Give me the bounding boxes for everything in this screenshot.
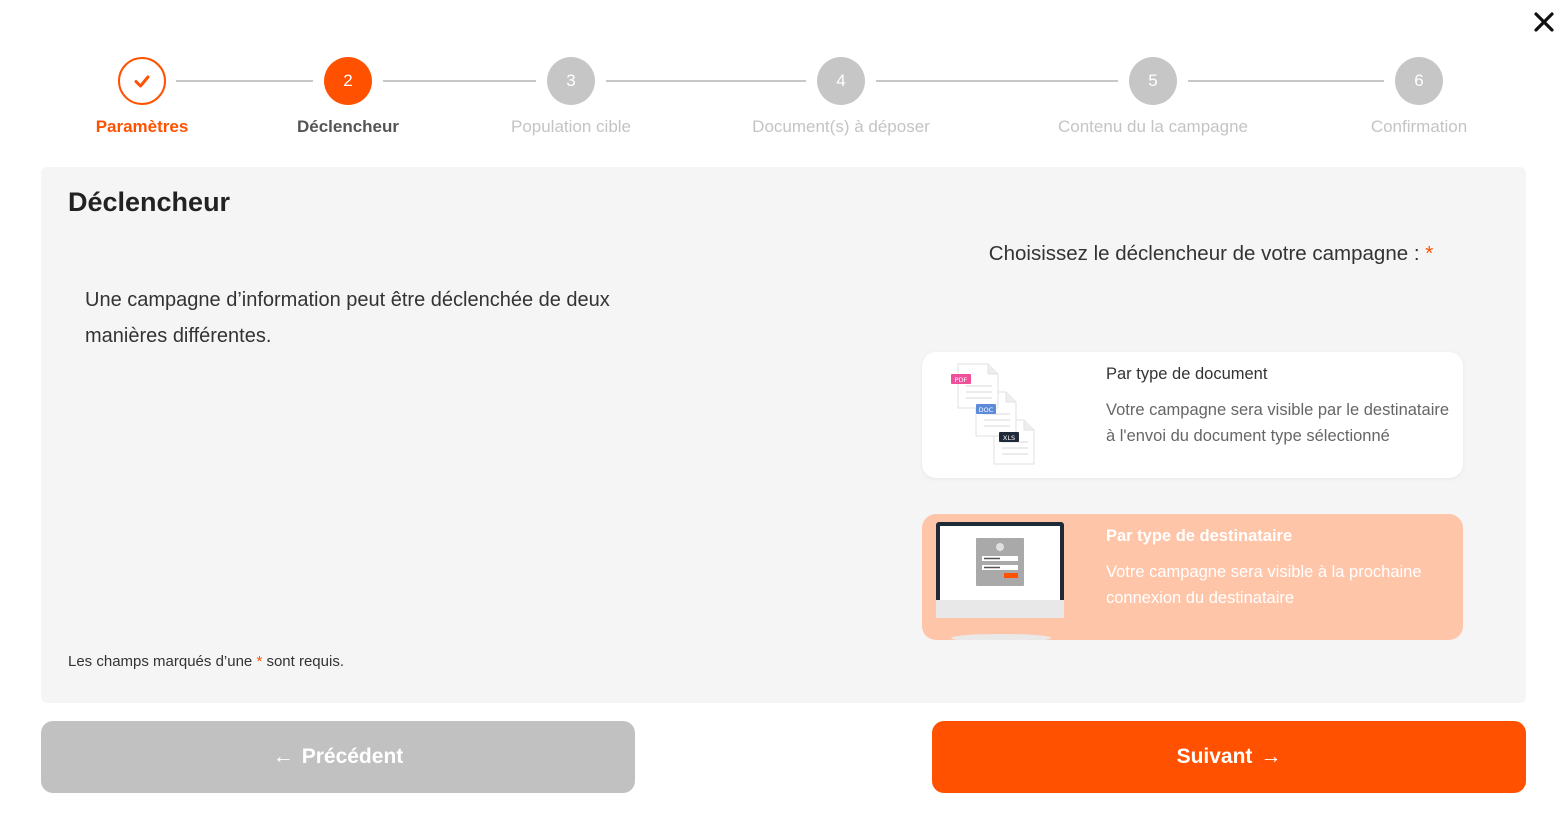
close-button[interactable] (1532, 10, 1556, 34)
step-5-label: Contenu du la campagne (1058, 117, 1248, 136)
option-by-recipient-type[interactable]: Par type de destinataire Votre campagne … (922, 514, 1463, 640)
required-note-text-end: sont requis. (262, 653, 344, 670)
option-title: Par type de destinataire (1106, 527, 1293, 545)
required-star: * (1425, 242, 1434, 265)
option-description: Votre campagne sera visible à la prochai… (1106, 563, 1422, 607)
step-3-label: Population cible (510, 117, 632, 136)
choose-trigger-label: Choisissez le déclencheur de votre campa… (961, 239, 1461, 269)
step-6-number: 6 (1414, 71, 1424, 90)
close-icon (1534, 12, 1554, 32)
step-1-circle[interactable] (118, 57, 166, 105)
pdf-badge: PDF (955, 376, 968, 384)
required-fields-note: Les champs marqués d’une * sont requis. (68, 653, 344, 670)
trigger-panel: Déclencheur Une campagne d’information p… (41, 167, 1526, 703)
arrow-left-icon: ← (272, 745, 294, 768)
step-connector (383, 80, 536, 82)
option-description: Votre campagne sera visible par le desti… (1106, 401, 1450, 445)
panel-title: Déclencheur (68, 187, 231, 217)
intro-text: Une campagne d’information peut être déc… (85, 289, 610, 347)
option-by-document-type[interactable]: PDF DOC XLS Par type de document Votre c… (922, 352, 1463, 478)
step-connector (606, 80, 806, 82)
step-2-circle[interactable]: 2 (324, 57, 372, 105)
step-4-label: Document(s) à déposer (752, 117, 930, 136)
choose-trigger-text: Choisissez le déclencheur de votre campa… (988, 242, 1420, 265)
option-title: Par type de document (1106, 365, 1268, 383)
step-2-number: 2 (343, 71, 353, 90)
next-button-label: Suivant (1176, 745, 1253, 768)
documents-icon: PDF DOC XLS (951, 363, 1035, 465)
step-connector (876, 80, 1118, 82)
step-3-circle[interactable]: 3 (547, 57, 595, 105)
step-6-circle[interactable]: 6 (1395, 57, 1443, 105)
check-icon (134, 75, 150, 88)
stepper: 2 3 4 5 6 Paramètres Déclencheur Populat… (0, 57, 1568, 147)
step-4-number: 4 (836, 71, 846, 90)
computer-screen-icon (936, 522, 1064, 640)
step-5-circle[interactable]: 5 (1129, 57, 1177, 105)
required-note-text: Les champs marqués d’une (68, 653, 257, 670)
xls-badge: XLS (1003, 434, 1015, 442)
step-6-label: Confirmation (1370, 117, 1468, 136)
next-button[interactable]: Suivant → (932, 721, 1526, 793)
step-2-label: Déclencheur (296, 117, 400, 136)
step-4-circle[interactable]: 4 (817, 57, 865, 105)
previous-button[interactable]: ← Précédent (41, 721, 635, 793)
step-5-number: 5 (1148, 71, 1158, 90)
step-3-number: 3 (566, 71, 576, 90)
previous-button-label: Précédent (301, 745, 404, 768)
doc-badge: DOC (979, 406, 994, 414)
step-connector (176, 80, 313, 82)
arrow-right-icon: → (1260, 745, 1282, 768)
step-connector (1188, 80, 1384, 82)
